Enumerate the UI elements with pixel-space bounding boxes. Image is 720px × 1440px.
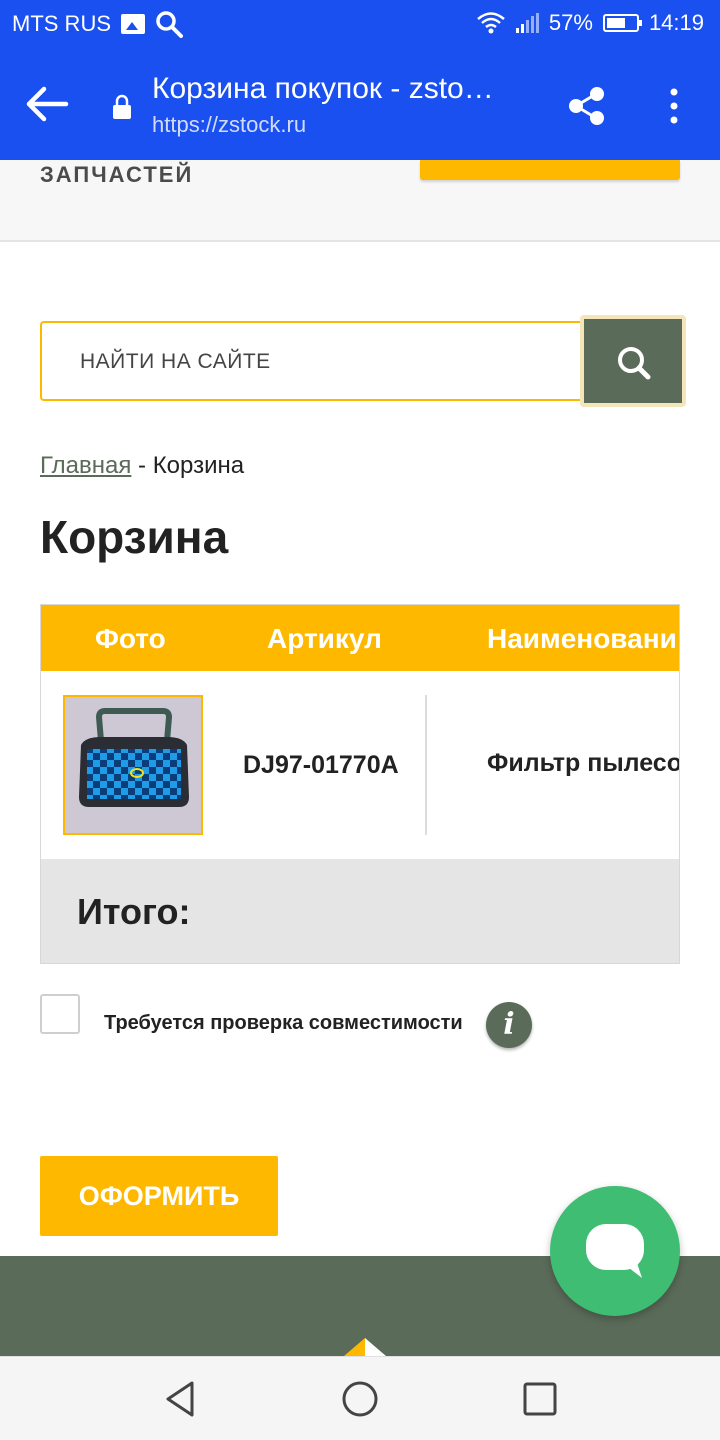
cell-signal-icon xyxy=(515,13,539,33)
table-header: Фото Артикул Наименовани xyxy=(41,605,679,671)
lock-icon xyxy=(113,94,131,119)
back-arrow-icon[interactable] xyxy=(24,84,70,124)
site-header: ЗАПЧАСТЕЙ xyxy=(0,160,720,242)
browser-toolbar: Корзина покупок - zsto… https://zstock.r… xyxy=(0,50,720,160)
cart-table: Фото Артикул Наименовани DJ97-01770A Фил… xyxy=(40,604,680,964)
compatibility-label[interactable]: Требуется проверка совместимости xyxy=(104,1012,463,1035)
column-header-photo: Фото xyxy=(95,623,166,654)
status-bar: MTS RUS 57% 14:19 xyxy=(0,0,720,50)
breadcrumb-separator: - xyxy=(131,452,153,479)
system-nav-bar xyxy=(0,1356,720,1440)
nav-back-icon[interactable] xyxy=(160,1379,200,1419)
clock: 14:19 xyxy=(648,10,704,35)
url-text[interactable]: https://zstock.ru xyxy=(152,112,306,138)
page-title: Корзина xyxy=(40,511,229,563)
overflow-menu-icon[interactable] xyxy=(664,86,684,126)
total-row: Итого: xyxy=(41,861,679,963)
wifi-icon xyxy=(477,12,505,34)
column-header-article: Артикул xyxy=(267,623,382,654)
breadcrumb-current: Корзина xyxy=(152,452,245,479)
vacuum-filter-image xyxy=(65,697,201,833)
search-button[interactable] xyxy=(580,315,686,407)
share-icon[interactable] xyxy=(566,84,610,128)
table-row: DJ97-01770A Фильтр пылесос xyxy=(41,671,679,861)
product-article: DJ97-01770A xyxy=(243,751,399,779)
search-input[interactable]: НАЙТИ НА САЙТЕ xyxy=(40,321,600,401)
site-search: НАЙТИ НА САЙТЕ xyxy=(40,315,686,407)
carrier-label: MTS RUS xyxy=(12,11,111,36)
page-title-in-toolbar[interactable]: Корзина покупок - zsto… xyxy=(152,72,532,106)
search-icon xyxy=(618,347,651,380)
column-header-name: Наименовани xyxy=(487,623,677,654)
nav-recents-icon[interactable] xyxy=(520,1379,560,1419)
product-name[interactable]: Фильтр пылесос xyxy=(487,749,679,778)
info-icon[interactable]: i xyxy=(486,1002,532,1048)
header-cart-button[interactable] xyxy=(420,160,680,180)
total-label: Итого: xyxy=(77,891,191,932)
product-photo[interactable] xyxy=(63,695,203,835)
compatibility-checkbox[interactable] xyxy=(40,994,80,1034)
chat-bubble-icon xyxy=(586,1224,644,1278)
cell-divider xyxy=(425,695,427,835)
breadcrumb: Главная - Корзина xyxy=(40,452,244,480)
battery-icon xyxy=(602,14,642,32)
battery-percent: 57% xyxy=(548,10,593,35)
footer-logo-icon xyxy=(344,1338,386,1356)
site-logo-text[interactable]: ЗАПЧАСТЕЙ xyxy=(40,162,193,188)
nav-home-icon[interactable] xyxy=(340,1379,380,1419)
chat-button[interactable] xyxy=(550,1186,680,1316)
checkout-button[interactable]: ОФОРМИТЬ xyxy=(40,1156,278,1236)
breadcrumb-home-link[interactable]: Главная xyxy=(40,452,131,479)
search-notification-icon xyxy=(156,11,183,38)
image-notification-icon xyxy=(121,14,145,34)
